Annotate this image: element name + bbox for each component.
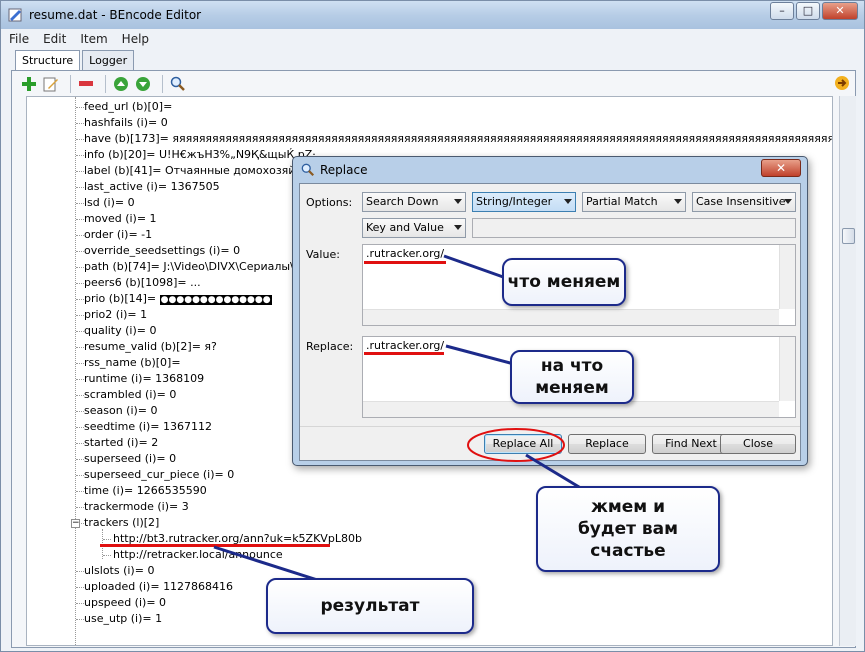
move-up-icon[interactable] xyxy=(112,75,130,93)
remove-icon[interactable] xyxy=(77,75,95,93)
dialog-close-button[interactable]: ✕ xyxy=(761,159,801,177)
tree-item[interactable]: path (b)[74]= J:\Video\DIVX\Сериалы\Отч xyxy=(84,259,315,275)
replace-label: Replace: xyxy=(306,340,354,353)
minimize-button[interactable]: – xyxy=(770,2,794,20)
tree-item[interactable]: prio (b)[14]= ●●●●●●●●●●●●●● xyxy=(84,291,272,307)
menu-help[interactable]: Help xyxy=(122,32,149,46)
tree-item[interactable]: rss_name (b)[0]= xyxy=(84,355,181,371)
tree-item[interactable]: quality (i)= 0 xyxy=(84,323,156,339)
scroll-thumb[interactable] xyxy=(842,228,855,244)
tree-item[interactable]: scrambled (i)= 0 xyxy=(84,387,176,403)
tree-item[interactable]: runtime (i)= 1368109 xyxy=(84,371,204,387)
direction-select[interactable]: Search Down xyxy=(362,192,466,212)
title-bar[interactable]: resume.dat - BEncode Editor – □ ✕ xyxy=(1,1,864,29)
tree-item[interactable]: use_utp (i)= 1 xyxy=(84,611,162,627)
callout-result: результат xyxy=(266,578,474,634)
dialog-title-bar[interactable]: Replace xyxy=(301,163,367,177)
tab-structure[interactable]: Structure xyxy=(15,50,81,71)
window-title: resume.dat - BEncode Editor xyxy=(29,8,202,22)
search-icon xyxy=(301,163,315,177)
search-icon[interactable] xyxy=(169,75,187,93)
callout-press: жмем и будет вам счастье xyxy=(536,486,720,572)
callout-what: что меняем xyxy=(502,258,626,306)
close-button[interactable]: ✕ xyxy=(822,2,858,20)
tree-item[interactable]: upspeed (i)= 0 xyxy=(84,595,166,611)
menu-edit[interactable]: Edit xyxy=(43,32,66,46)
tree-item[interactable]: season (i)= 0 xyxy=(84,403,158,419)
tree-item[interactable]: peers6 (b)[1098]= ... xyxy=(84,275,201,291)
find-next-button[interactable]: Find Next xyxy=(652,434,730,454)
tree-item[interactable]: label (b)[41]= Отчаянные домохозяйки xyxy=(84,163,309,179)
tree-item[interactable]: moved (i)= 1 xyxy=(84,211,157,227)
tracker-url-item[interactable]: http://retracker.local/announce xyxy=(113,547,283,563)
tree-item[interactable]: last_active (i)= 1367505 xyxy=(84,179,220,195)
toolbar xyxy=(20,73,191,95)
app-icon xyxy=(8,8,22,22)
result-underline xyxy=(100,544,330,547)
match-select[interactable]: Partial Match xyxy=(582,192,686,212)
value-label: Value: xyxy=(306,248,340,261)
close-dialog-button[interactable]: Close xyxy=(720,434,796,454)
options-label: Options: xyxy=(306,196,353,209)
tree-item[interactable]: trackermode (i)= 3 xyxy=(84,499,189,515)
extra-field xyxy=(472,218,796,238)
tree-item[interactable]: lsd (i)= 0 xyxy=(84,195,135,211)
tree-item[interactable]: feed_url (b)[0]= xyxy=(84,99,172,115)
value-underline xyxy=(364,261,446,264)
tree-node-trackers[interactable]: trackers (l)[2] xyxy=(84,515,159,531)
tree-item[interactable]: superseed_cur_piece (i)= 0 xyxy=(84,467,234,483)
tree-item[interactable]: prio2 (i)= 1 xyxy=(84,307,147,323)
type-select[interactable]: String/Integer xyxy=(472,192,576,212)
maximize-button[interactable]: □ xyxy=(796,2,820,20)
add-icon[interactable] xyxy=(20,75,38,93)
collapse-icon[interactable]: − xyxy=(71,519,80,528)
menu-item[interactable]: Item xyxy=(80,32,107,46)
tree-item[interactable]: have (b)[173]= яяяяяяяяяяяяяяяяяяяяяяяяя… xyxy=(84,131,832,147)
tree-item[interactable]: superseed (i)= 0 xyxy=(84,451,176,467)
exit-icon[interactable] xyxy=(833,74,851,92)
dialog-title: Replace xyxy=(320,163,368,177)
tree-item[interactable]: info (b)[20]= U!Н€жъН3%„N9Қ&щыЌ pZ· xyxy=(84,147,316,163)
tree-item[interactable]: resume_valid (b)[2]= я? xyxy=(84,339,217,355)
tree-item[interactable]: hashfails (i)= 0 xyxy=(84,115,168,131)
callout-to-what: на что меняем xyxy=(510,350,634,404)
case-select[interactable]: Case Insensitive xyxy=(692,192,796,212)
menu-bar: File Edit Item Help xyxy=(1,29,864,49)
tab-strip: Structure Logger xyxy=(15,50,136,71)
replace-underline xyxy=(364,352,444,355)
replace-all-button[interactable]: Replace All xyxy=(484,434,562,454)
menu-file[interactable]: File xyxy=(9,32,29,46)
tree-item[interactable]: override_seedsettings (i)= 0 xyxy=(84,243,240,259)
edit-icon[interactable] xyxy=(42,75,60,93)
tree-item[interactable]: seedtime (i)= 1367112 xyxy=(84,419,212,435)
move-down-icon[interactable] xyxy=(134,75,152,93)
tree-item[interactable]: uploaded (i)= 1127868416 xyxy=(84,579,233,595)
tree-scrollbar[interactable] xyxy=(839,96,856,646)
tab-logger[interactable]: Logger xyxy=(82,50,135,70)
tree-item[interactable]: ulslots (i)= 0 xyxy=(84,563,154,579)
replace-button[interactable]: Replace xyxy=(568,434,646,454)
scope-select[interactable]: Key and Value xyxy=(362,218,466,238)
replace-dialog: Replace ✕ Options: Search Down String/In… xyxy=(292,156,808,466)
tree-item[interactable]: order (i)= -1 xyxy=(84,227,152,243)
tree-item[interactable]: time (i)= 1266535590 xyxy=(84,483,207,499)
tree-item[interactable]: started (i)= 2 xyxy=(84,435,158,451)
